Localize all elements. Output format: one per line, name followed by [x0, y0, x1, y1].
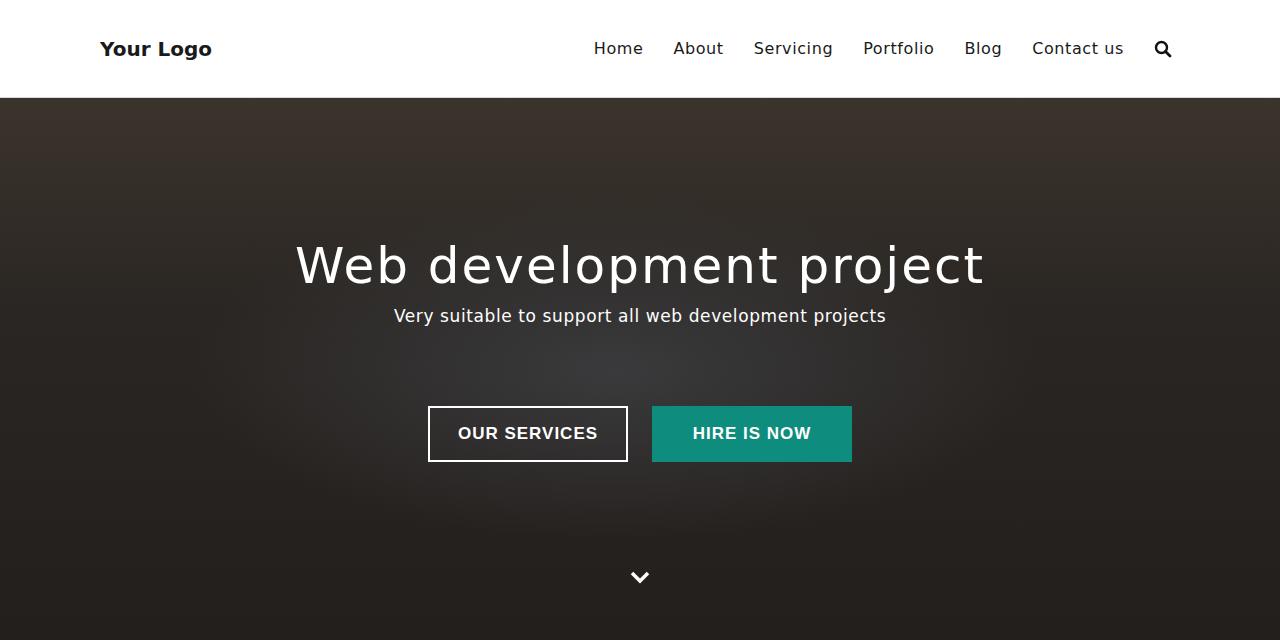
logo[interactable]: Your Logo — [100, 37, 212, 61]
page: Your Logo Home About Servicing Portfolio Blog… — [0, 0, 1280, 640]
hero-buttons: OUR SERVICES HIRE IS NOW — [428, 406, 852, 462]
nav-item[interactable]: Home — [594, 39, 644, 58]
nav-item[interactable]: Contact us — [1032, 39, 1124, 58]
nav-item[interactable]: Blog — [964, 39, 1002, 58]
hero-button[interactable]: OUR SERVICES — [428, 406, 628, 462]
hero: Web development project Very suitable to … — [0, 98, 1280, 640]
header: Your Logo Home About Servicing Portfolio Blog… — [0, 0, 1280, 98]
search-icon[interactable] — [1154, 40, 1172, 58]
nav-item[interactable]: About — [673, 39, 723, 58]
hero-title: Web development project — [295, 236, 985, 296]
hero-subtitle: Very suitable to support all web develop… — [394, 304, 886, 328]
nav: Home About Servicing Portfolio Blog Contact u… — [594, 39, 1172, 58]
chevron-down-icon[interactable] — [629, 570, 651, 584]
nav-item[interactable]: Portfolio — [863, 39, 934, 58]
nav-item[interactable]: Servicing — [754, 39, 833, 58]
hero-button[interactable]: HIRE IS NOW — [652, 406, 852, 462]
